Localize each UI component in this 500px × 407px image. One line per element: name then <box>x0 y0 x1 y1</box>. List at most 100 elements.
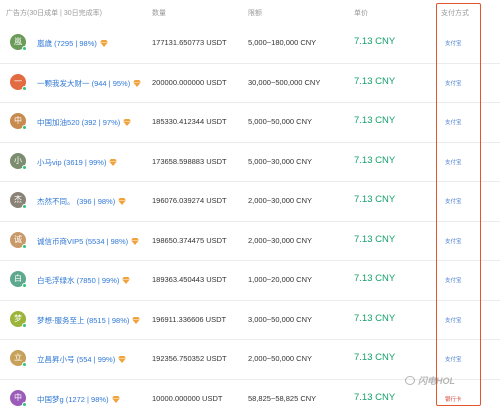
advertiser-name: 诚信币商VIP5 (5534 | 98%) <box>37 236 129 246</box>
payment-method: 支付宝 <box>445 278 462 284</box>
diamond-badge-icon <box>100 40 108 47</box>
advertiser-name: 立昌昇小号 (554 | 99%) <box>37 355 116 364</box>
table-header: 广告方(30日成单 | 30日完成率) 数量 限额 单价 支付方式 <box>0 0 500 24</box>
price-cell: 7.13 CNY <box>354 115 396 126</box>
advertiser-name-link[interactable]: 立昌昇小号 (554 | 99%) <box>37 354 127 365</box>
table-row[interactable]: 中 中国加油520 (392 | 97%) 185330.412344 USDT… <box>0 103 500 143</box>
avatar: 中 <box>10 389 27 407</box>
diamond-badge-icon <box>133 79 142 87</box>
diamond-badge-icon <box>132 316 141 324</box>
limit-cell: 5,000~30,000 CNY <box>248 156 313 166</box>
online-status-dot <box>22 401 27 407</box>
avatar-initial: 梦 <box>14 313 22 323</box>
quantity-cell: 177131.650773 USDT <box>152 38 227 47</box>
advertiser-name-link[interactable]: 杰然不同。 (396 | 98%) <box>37 196 127 207</box>
advertiser-name: 杰然不同。 (396 | 98%) <box>37 197 116 206</box>
advertiser-name-link[interactable]: 一颗我发大财一 (944 | 95%) <box>37 78 142 89</box>
limit-cell: 2,000~30,000 CNY <box>248 196 313 205</box>
header-limit: 限额 <box>248 10 262 17</box>
avatar-initial: 诚 <box>14 234 22 244</box>
avatar: 梦 <box>10 310 27 328</box>
table-row[interactable]: 杰 杰然不同。 (396 | 98%) 196076.039274 USDT 2… <box>0 182 500 222</box>
diamond-badge-icon <box>122 277 131 284</box>
quantity-cell: 196076.039274 USDT <box>152 196 227 205</box>
diamond-badge-icon <box>118 198 127 205</box>
payment-method: 支付宝 <box>445 41 462 47</box>
price-cell: 7.13 CNY <box>354 233 396 245</box>
avatar: 小 <box>10 152 27 170</box>
table-row[interactable]: 诚 诚信币商VIP5 (5534 | 98%) 198650.374475 US… <box>0 222 500 261</box>
watermark: 闪电HOL <box>405 374 455 387</box>
advertiser-name-link[interactable]: 中国加油520 (392 | 97%) <box>37 117 132 128</box>
header-price: 单价 <box>354 10 368 17</box>
advertiser-name-link[interactable]: 白毛浮绿水 (7850 | 99%) <box>37 275 131 286</box>
diamond-badge-icon <box>123 119 132 126</box>
quantity-cell: 198650.374475 USDT <box>152 235 227 245</box>
table-row[interactable]: 小 小马vip (3619 | 99%) 173658.598883 USDT … <box>0 143 500 182</box>
payment-method: 银行卡 <box>445 396 462 403</box>
diamond-badge-icon <box>118 356 127 363</box>
limit-cell: 5,000~180,000 CNY <box>248 38 317 47</box>
diamond-badge-icon <box>131 237 140 245</box>
advertiser-name-link[interactable]: 中国梦g (1272 | 98%) <box>37 394 120 405</box>
price-cell: 7.13 CNY <box>354 312 396 324</box>
online-status-dot <box>22 243 27 249</box>
table-row[interactable]: 梦 梦想-服务至上 (8515 | 98%) 196911.336606 USD… <box>0 301 500 340</box>
quantity-cell: 192356.750352 USDT <box>152 354 227 363</box>
advertiser-name-link[interactable]: 梦想-服务至上 (8515 | 98%) <box>37 315 141 326</box>
limit-cell: 3,000~50,000 CNY <box>248 314 313 324</box>
avatar-initial: 中 <box>14 392 22 402</box>
advertiser-name: 白毛浮绿水 (7850 | 99%) <box>37 276 120 285</box>
avatar: 白 <box>10 271 27 288</box>
online-status-dot <box>22 322 27 328</box>
header-payment: 支付方式 <box>441 10 469 17</box>
advertiser-name-link[interactable]: 诚信币商VIP5 (5534 | 98%) <box>37 236 140 247</box>
diamond-badge-icon <box>109 158 118 166</box>
avatar: 一 <box>10 73 27 91</box>
online-status-dot <box>22 85 27 91</box>
avatar: 杰 <box>10 192 27 209</box>
advertiser-name-link[interactable]: 嵐歳 (7295 | 98%) <box>37 38 108 49</box>
avatar-initial: 嵐 <box>14 37 22 46</box>
avatar-initial: 立 <box>14 353 22 362</box>
avatar: 嵐 <box>10 34 27 51</box>
price-cell: 7.13 CNY <box>354 391 396 403</box>
online-status-dot <box>22 125 27 130</box>
price-cell: 7.13 CNY <box>354 352 396 363</box>
quantity-cell: 185330.412344 USDT <box>152 117 227 126</box>
table-row[interactable]: 嵐 嵐歳 (7295 | 98%) 177131.650773 USDT 5,0… <box>0 24 500 64</box>
limit-cell: 2,000~50,000 CNY <box>248 354 313 363</box>
avatar-initial: 一 <box>14 76 22 86</box>
avatar-initial: 小 <box>14 155 22 165</box>
watermark-text: 闪电HOL <box>418 376 455 386</box>
table-row[interactable]: 一 一颗我发大财一 (944 | 95%) 200000.000000 USDT… <box>0 64 500 103</box>
limit-cell: 2,000~30,000 CNY <box>248 235 313 245</box>
online-status-dot <box>22 204 27 209</box>
price-cell: 7.13 CNY <box>354 194 396 205</box>
quantity-cell: 196911.336606 USDT <box>152 314 227 324</box>
quantity-cell: 173658.598883 USDT <box>152 156 227 166</box>
price-cell: 7.13 CNY <box>354 75 396 87</box>
avatar: 中 <box>10 113 27 130</box>
advertiser-name: 中国梦g (1272 | 98%) <box>37 394 109 404</box>
advertiser-name-link[interactable]: 小马vip (3619 | 99%) <box>37 157 118 168</box>
ad-list: 嵐 嵐歳 (7295 | 98%) 177131.650773 USDT 5,0… <box>0 24 500 407</box>
quantity-cell: 10000.000000 USDT <box>152 393 223 403</box>
payment-method: 支付宝 <box>445 120 462 126</box>
limit-cell: 58,825~58,825 CNY <box>248 393 317 403</box>
diamond-badge-icon <box>111 395 120 403</box>
header-advertiser: 广告方(30日成单 | 30日完成率) <box>6 10 102 17</box>
wechat-icon <box>405 376 415 385</box>
table-row[interactable]: 白 白毛浮绿水 (7850 | 99%) 189363.450443 USDT … <box>0 261 500 301</box>
header-quantity: 数量 <box>152 10 166 17</box>
avatar-initial: 白 <box>14 274 22 283</box>
avatar: 诚 <box>10 231 27 249</box>
advertiser-name: 梦想-服务至上 (8515 | 98%) <box>37 315 130 325</box>
price-cell: 7.13 CNY <box>354 273 396 284</box>
payment-method: 支付宝 <box>445 238 462 245</box>
price-cell: 7.13 CNY <box>354 36 396 47</box>
advertiser-name: 嵐歳 (7295 | 98%) <box>37 39 97 48</box>
limit-cell: 30,000~500,000 CNY <box>248 77 321 87</box>
advertiser-name: 中国加油520 (392 | 97%) <box>37 118 121 127</box>
quantity-cell: 200000.000000 USDT <box>152 77 227 87</box>
